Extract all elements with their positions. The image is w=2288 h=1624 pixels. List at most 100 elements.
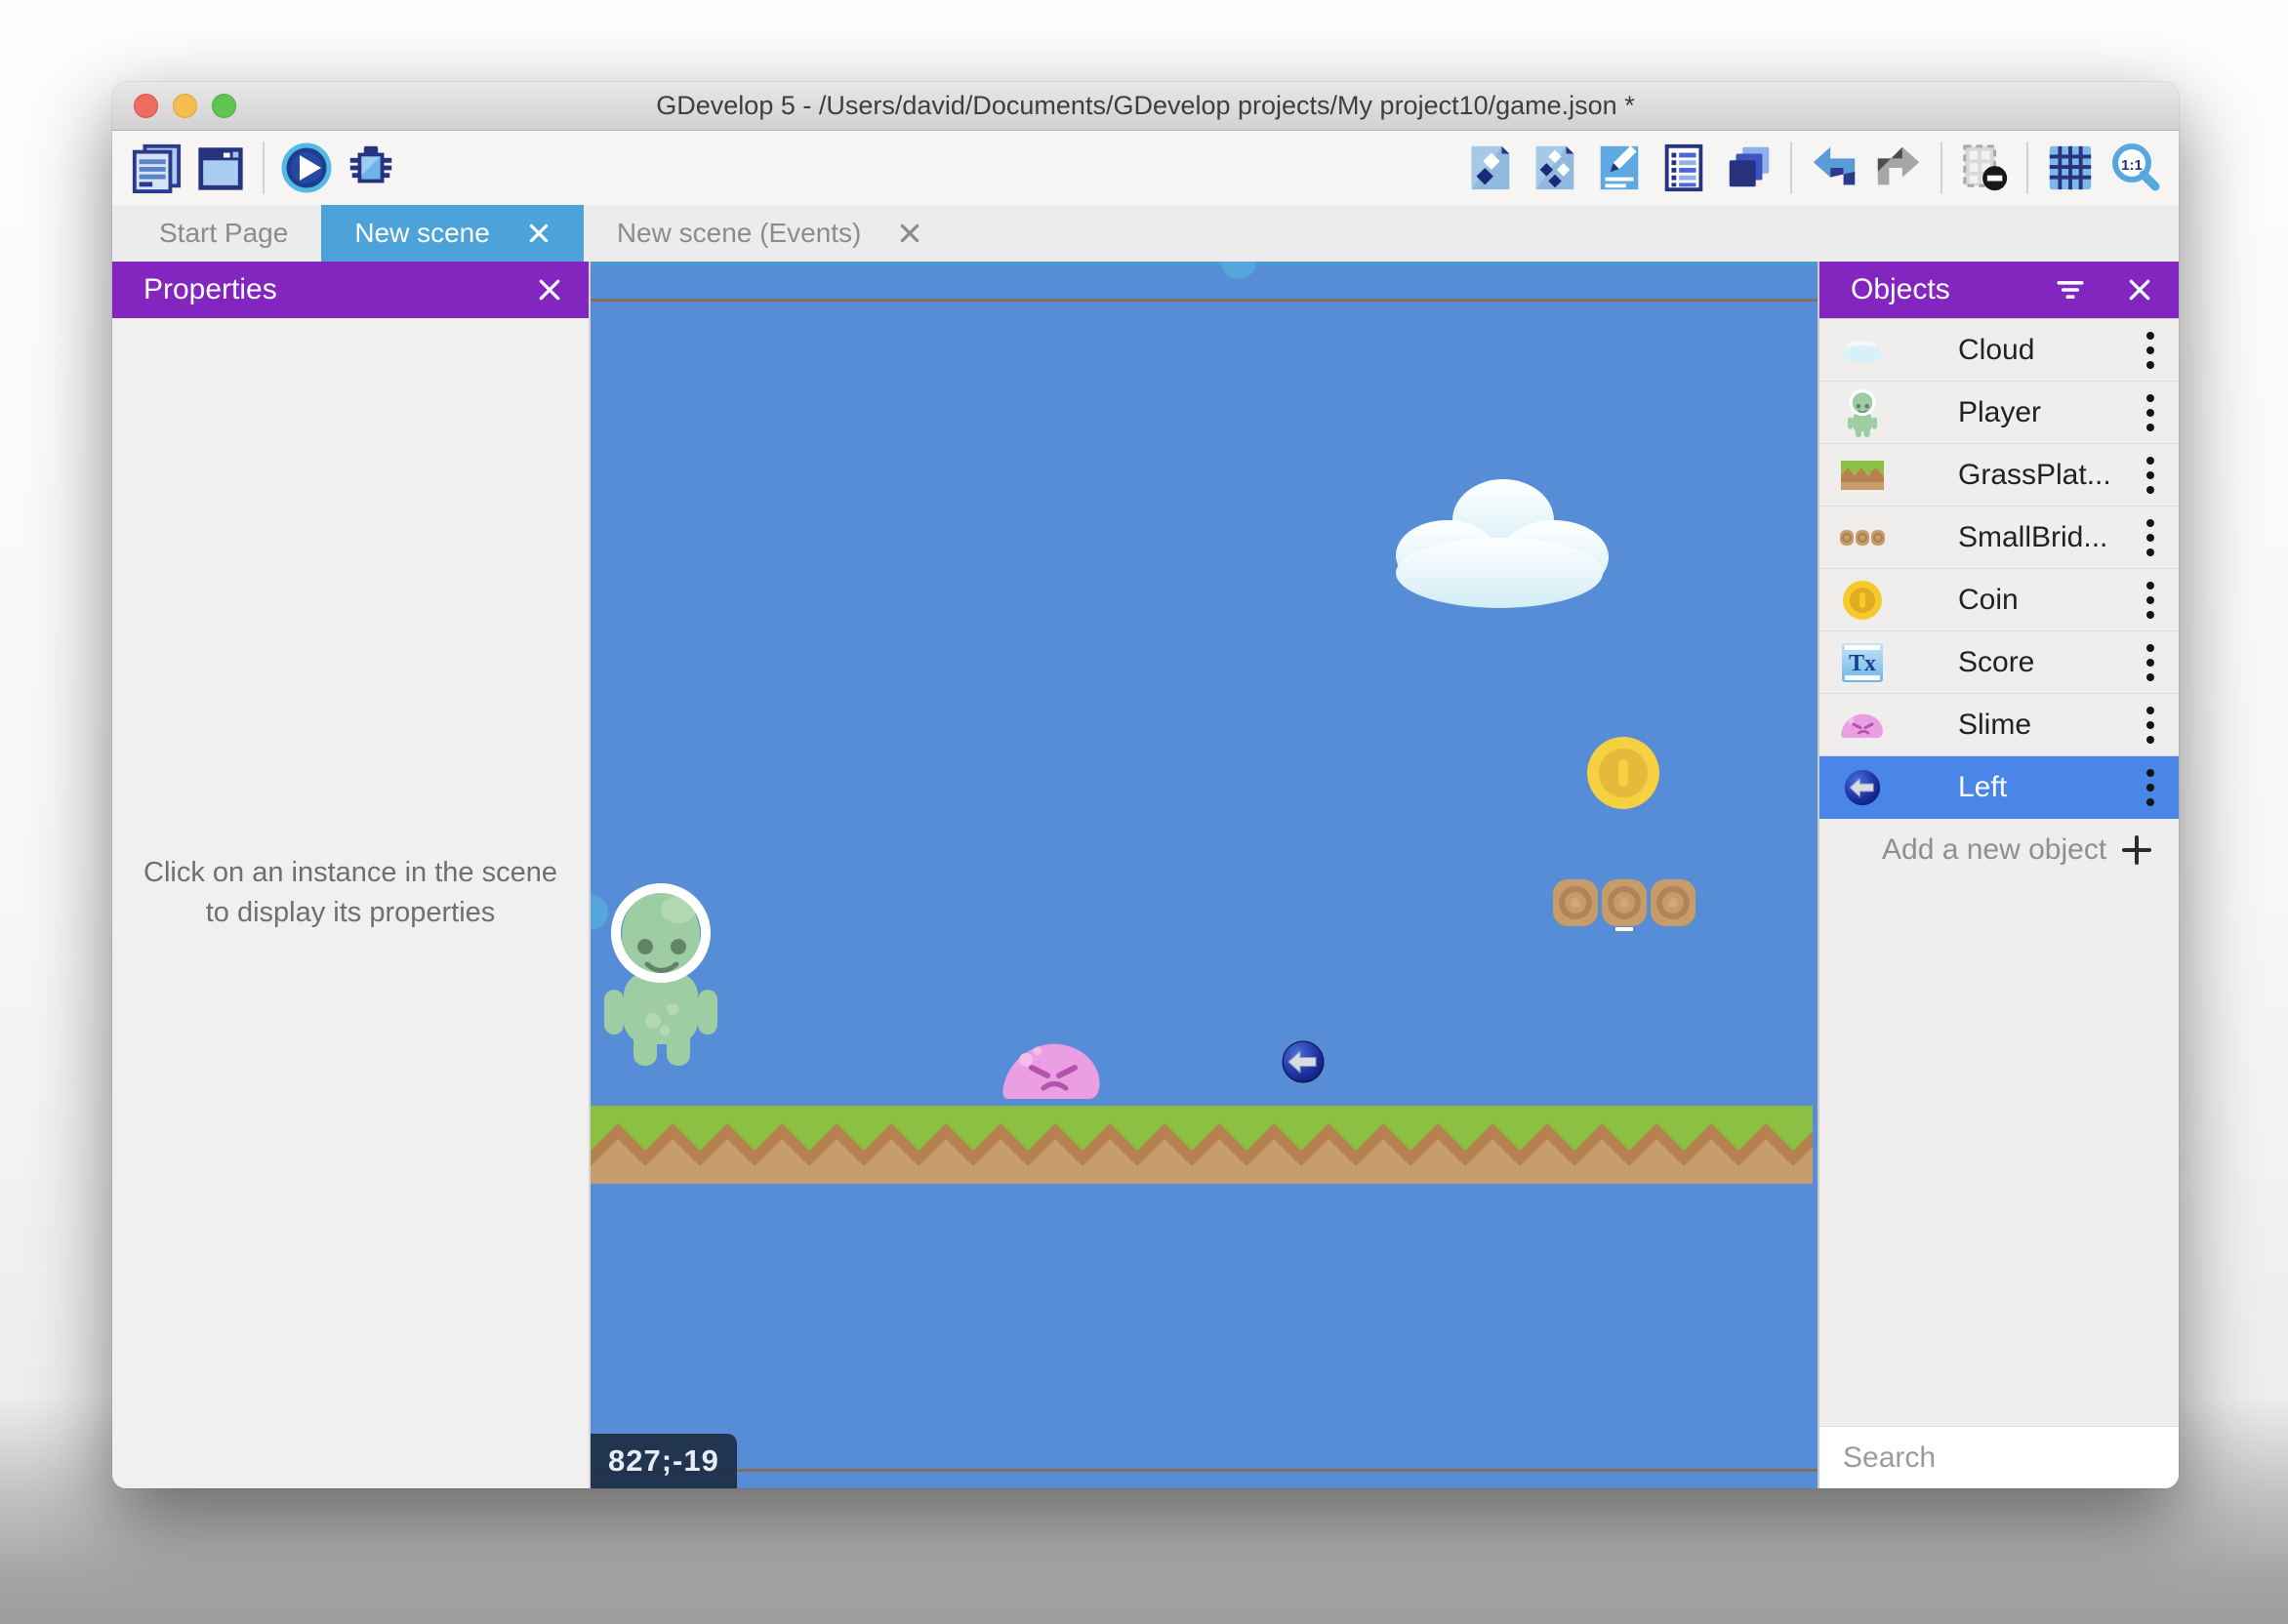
project-manager-button[interactable] — [127, 138, 185, 198]
object-label: Cloud — [1958, 334, 2145, 367]
objects-panel-title: Objects — [1851, 273, 2052, 306]
open-objects-editor-button[interactable] — [1461, 138, 1520, 198]
coin-icon — [1842, 580, 1883, 621]
object-row-player[interactable]: Player — [1819, 382, 2179, 444]
objects-list: Cloud — [1819, 318, 2179, 881]
toolbar-separator — [2026, 142, 2028, 194]
object-row-slime[interactable]: Slime — [1819, 694, 2179, 756]
tab-new-scene-events[interactable]: New scene (Events) — [584, 205, 956, 262]
add-object-label: Add a new object — [1882, 833, 2120, 867]
launch-preview-button[interactable] — [277, 138, 336, 198]
object-row-coin[interactable]: Coin — [1819, 569, 2179, 631]
scene-scroll-handle-top[interactable] — [1221, 262, 1256, 279]
close-panel-icon[interactable] — [2128, 278, 2151, 302]
object-menu-button[interactable] — [2145, 394, 2155, 431]
text-object-icon-glyph: Tx — [1849, 651, 1876, 676]
close-tab-icon[interactable] — [527, 222, 551, 245]
window-title: GDevelop 5 - /Users/david/Documents/GDev… — [656, 91, 1634, 121]
object-label: Coin — [1958, 584, 2145, 617]
slime-icon — [1841, 711, 1884, 739]
objects-panel-header: Objects — [1819, 262, 2179, 318]
object-row-smallbridge[interactable]: SmallBrid... — [1819, 507, 2179, 569]
edit-properties-icon — [1593, 142, 1646, 194]
toggle-grid-button[interactable] — [2041, 138, 2100, 198]
object-menu-button[interactable] — [2145, 332, 2155, 369]
cloud-instance[interactable] — [1376, 473, 1624, 612]
small-bridge-instance[interactable] — [1553, 879, 1696, 932]
properties-panel-header: Properties — [112, 262, 589, 318]
object-label: GrassPlat... — [1958, 459, 2145, 492]
undo-icon — [1808, 142, 1860, 194]
undo-button[interactable] — [1805, 138, 1863, 198]
mask-disable-icon — [1958, 142, 2011, 194]
toolbar-separator — [1790, 142, 1792, 194]
player-icon — [1845, 387, 1880, 438]
close-window-button[interactable] — [134, 94, 158, 118]
text-object-icon: Tx — [1840, 640, 1885, 685]
redo-button[interactable] — [1869, 138, 1928, 198]
grass-platform-instance[interactable] — [591, 1106, 1813, 1184]
scene-boundary-line-top — [591, 299, 1818, 302]
objects-search-input[interactable] — [1843, 1441, 2179, 1475]
cursor-coordinates-badge: 827;-19 — [591, 1434, 737, 1488]
zoom-original-button[interactable]: 1:1 — [2105, 138, 2164, 198]
add-object-row[interactable]: Add a new object — [1819, 819, 2179, 881]
object-menu-button[interactable] — [2145, 707, 2155, 744]
slime-instance[interactable] — [1002, 1038, 1102, 1101]
open-object-groups-button[interactable] — [1526, 138, 1584, 198]
filter-icon[interactable] — [2052, 274, 2089, 305]
desktop-background: GDevelop 5 - /Users/david/Documents/GDev… — [0, 0, 2288, 1624]
close-panel-icon[interactable] — [538, 278, 561, 302]
zoom-one-to-one-icon: 1:1 — [2107, 141, 2162, 195]
grid-icon — [2044, 142, 2097, 194]
cloud-icon — [1840, 336, 1885, 365]
open-layers-editor-button[interactable] — [1719, 138, 1777, 198]
object-label: Score — [1958, 646, 2145, 679]
object-menu-button[interactable] — [2145, 457, 2155, 494]
open-instances-list-button[interactable] — [1655, 138, 1713, 198]
cursor-coordinates-value: 827;-19 — [608, 1443, 719, 1479]
open-properties-button[interactable] — [1590, 138, 1649, 198]
scene-top-edge — [591, 262, 1818, 266]
tab-new-scene[interactable]: New scene — [321, 205, 584, 262]
coin-instance[interactable] — [1586, 736, 1660, 810]
editor-tabbar: Start Page New scene New scene (Events) — [112, 205, 2179, 262]
object-row-left[interactable]: Left — [1819, 756, 2179, 819]
tab-new-scene-events-label: New scene (Events) — [617, 218, 862, 249]
scene-boundary-line-bottom — [591, 1469, 1818, 1472]
object-row-score[interactable]: Tx Score — [1819, 631, 2179, 694]
instances-list-icon — [1657, 142, 1710, 194]
scene-editor-canvas[interactable]: 827;-19 — [591, 262, 1818, 1488]
left-arrow-ball-icon — [1844, 769, 1881, 806]
scene-window-icon — [194, 142, 247, 194]
object-label: Left — [1958, 771, 2145, 804]
plus-icon[interactable] — [2120, 833, 2153, 867]
object-label: Slime — [1958, 709, 2145, 742]
object-menu-button[interactable] — [2145, 519, 2155, 556]
properties-empty-message: Click on an instance in the scene to dis… — [130, 853, 571, 933]
object-row-cloud[interactable]: Cloud — [1819, 319, 2179, 382]
toggle-instances-mask-button[interactable] — [1955, 138, 2014, 198]
object-row-grassplatform[interactable]: GrassPlat... — [1819, 444, 2179, 507]
play-icon — [279, 141, 334, 195]
scene-editor-button[interactable] — [191, 138, 250, 198]
object-label: Player — [1958, 396, 2145, 429]
minimize-window-button[interactable] — [173, 94, 197, 118]
close-tab-icon[interactable] — [898, 222, 921, 245]
zoom-ratio-label: 1:1 — [2121, 157, 2143, 174]
object-menu-button[interactable] — [2145, 644, 2155, 681]
object-label: SmallBrid... — [1958, 521, 2145, 554]
zoom-window-button[interactable] — [212, 94, 236, 118]
objects-editor-icon — [1464, 142, 1517, 194]
launch-debugger-button[interactable] — [342, 138, 400, 198]
player-instance[interactable] — [596, 874, 725, 1070]
object-menu-button[interactable] — [2145, 582, 2155, 619]
traffic-lights — [134, 82, 236, 130]
tab-start-page-label: Start Page — [159, 218, 288, 249]
left-ball-instance[interactable] — [1282, 1040, 1325, 1083]
grass-platform-icon — [1840, 459, 1885, 492]
object-groups-icon — [1529, 142, 1581, 194]
gdevelop-window: GDevelop 5 - /Users/david/Documents/GDev… — [112, 82, 2179, 1488]
tab-start-page[interactable]: Start Page — [126, 205, 321, 262]
object-menu-button[interactable] — [2145, 769, 2155, 806]
